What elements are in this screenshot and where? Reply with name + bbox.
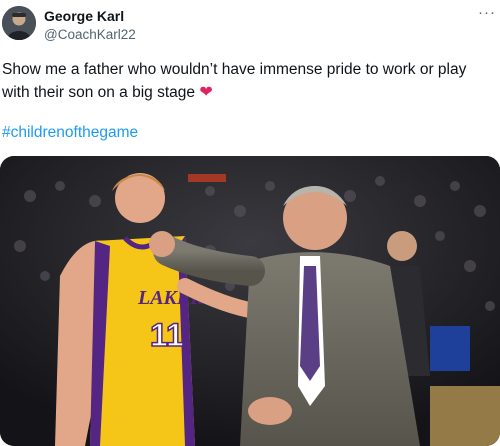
tweet-photo[interactable]: LAKERS 11 [0,156,500,446]
jersey-number-text: 11 [150,317,184,353]
heart-emoji: ❤ [199,84,213,101]
scorer-board [430,326,470,371]
avatar[interactable] [2,6,36,40]
more-horizontal-icon[interactable]: ··· [478,4,496,21]
tweet-text: Show me a father who wouldn’t have immen… [2,58,498,104]
author-handle[interactable]: @CoachKarl22 [44,27,136,42]
tweet-body: Show me a father who wouldn’t have immen… [2,61,467,101]
avatar-image [2,6,36,40]
hashtag-link[interactable]: #childrenofthegame [2,124,138,142]
photo-illustration: LAKERS 11 [0,156,500,446]
author-name[interactable]: George Karl [44,8,124,24]
